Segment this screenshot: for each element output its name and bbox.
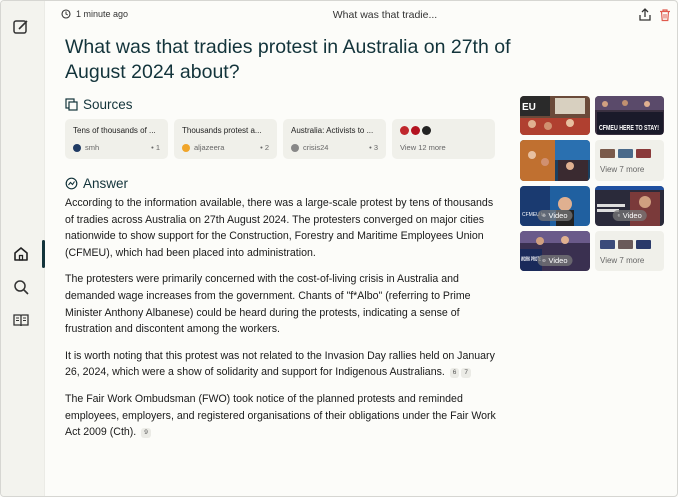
answer-icon [65,177,78,190]
question-title: What was that tradies protest in Austral… [65,36,511,83]
source-number: • 2 [260,143,269,152]
image-text: EU [522,102,536,113]
source-number: • 3 [369,143,378,152]
answer-paragraph: It is worth noting that this protest was… [65,348,497,381]
sources-heading-text: Sources [83,97,133,112]
video-thumbnail[interactable]: Video [595,186,664,226]
favicon-icon [422,126,431,135]
play-icon [542,214,546,217]
source-card[interactable]: Thousands protest a... aljazeera • 2 [174,119,277,159]
source-favicon-icon [182,143,190,152]
mini-thumbnail [600,149,615,158]
video-thumbnail[interactable]: CFMEU to Video [520,186,590,226]
source-domain: smh [85,143,100,152]
play-icon [542,259,546,262]
mini-thumbnail [618,240,633,249]
new-thread-icon[interactable] [12,18,30,36]
answer-heading: Answer [65,176,128,191]
favicon-icon [400,126,409,135]
answer-paragraph: The protesters were primarily concerned … [65,273,471,336]
image-thumbnail[interactable] [520,140,590,181]
view-more-label: View 7 more [600,165,645,174]
video-badge: Video [612,210,647,221]
source-title: Tens of thousands of ... [73,126,156,135]
source-domain: aljazeera [194,143,225,152]
source-title: Australia: Activists to ... [291,126,374,135]
view-more-sources-button[interactable]: View 12 more [392,119,495,159]
protest-image: CFMEU HERE TO STAY! [595,96,664,135]
more-video-thumbs [600,240,651,249]
image-thumbnail[interactable]: CFMEU HERE TO STAY! [595,96,664,135]
video-label: Video [622,211,642,220]
source-card[interactable]: Tens of thousands of ... smh • 1 [65,119,168,159]
answer-paragraph-text: It is worth noting that this protest was… [65,349,495,379]
citation-badge[interactable]: 7 [461,368,472,379]
source-domain: crisis24 [303,143,329,152]
view-more-videos-button[interactable]: View 7 more [595,231,664,271]
source-favicon-icon [291,143,299,152]
protest-image [520,140,590,181]
more-image-thumbs [600,149,651,158]
source-card[interactable]: Australia: Activists to ... crisis24 • 3 [283,119,386,159]
video-label: Video [548,211,568,220]
video-badge: Video [537,210,573,221]
active-indicator [42,240,45,268]
answer-paragraph: The Fair Work Ombudsman (FWO) took notic… [65,391,497,441]
mini-thumbnail [636,149,651,158]
mini-thumbnail [618,149,633,158]
view-more-images-button[interactable]: View 7 more [595,140,664,181]
mini-thumbnail [636,240,651,249]
timestamp: 1 minute ago [61,9,128,19]
top-bar: 1 minute ago What was that tradie... [45,1,677,31]
video-label: Video [548,256,568,265]
app-window: 1 minute ago What was that tradie... Wha… [0,0,678,497]
image-text: CFMEU HERE TO STAY! [599,125,659,132]
view-more-label: View 7 more [600,256,645,265]
answer-body: According to the information available, … [65,195,497,451]
library-icon[interactable] [12,311,30,329]
video-thumbnail[interactable]: WORK PROTE Video [520,231,590,271]
sources-icon [65,98,78,111]
source-number: • 1 [151,143,160,152]
citation-badge[interactable]: 6 [449,368,460,379]
source-favicon-icon [73,143,81,152]
sidebar-rail [1,1,45,496]
image-thumbnail[interactable]: EU [520,96,590,135]
view-more-sources-label: View 12 more [400,143,446,152]
delete-icon[interactable] [658,8,672,22]
protest-image: EU [520,96,590,135]
home-icon[interactable] [12,245,30,263]
sources-heading: Sources [65,97,133,112]
answer-heading-text: Answer [83,176,129,191]
mini-thumbnail [600,240,615,249]
clock-icon [61,9,71,19]
favicon-icon [411,126,420,135]
share-icon[interactable] [638,8,652,22]
more-source-favicons [400,126,487,135]
timestamp-text: 1 minute ago [76,9,129,19]
play-icon [617,214,620,217]
citation-badge[interactable]: 9 [141,428,151,439]
search-icon[interactable] [12,278,30,296]
thread-title: What was that tradie... [332,9,438,21]
answer-paragraph: According to the information available, … [65,197,494,259]
source-title: Thousands protest a... [182,126,262,135]
source-list: Tens of thousands of ... smh • 1 Thousan… [65,119,495,159]
answer-paragraph-text: The Fair Work Ombudsman (FWO) took notic… [65,392,496,439]
video-badge: Video [537,255,573,266]
